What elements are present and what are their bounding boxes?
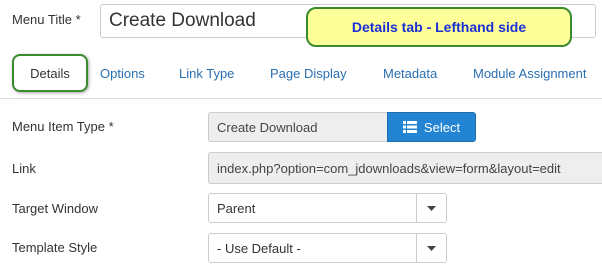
target-window-select[interactable]: Parent xyxy=(208,193,447,223)
menu-item-type-field: Create Download xyxy=(208,112,388,142)
tab-page-display[interactable]: Page Display xyxy=(270,66,347,81)
template-style-selected: - Use Default - xyxy=(217,240,301,256)
annotation-callout-text: Details tab - Lefthand side xyxy=(351,19,527,35)
tab-link-type[interactable]: Link Type xyxy=(179,66,234,81)
link-label: Link xyxy=(12,161,36,176)
tab-options[interactable]: Options xyxy=(100,66,145,81)
tab-divider xyxy=(0,98,602,99)
annotation-callout: Details tab - Lefthand side xyxy=(306,7,572,47)
list-icon xyxy=(402,121,417,133)
link-value: index.php?option=com_jdownloads&view=for… xyxy=(217,160,561,176)
tab-bar: Details Options Link Type Page Display M… xyxy=(8,54,602,96)
select-menu-item-type-button[interactable]: Select xyxy=(387,112,476,142)
template-style-label: Template Style xyxy=(12,240,98,255)
tab-module-assignment[interactable]: Module Assignment xyxy=(473,66,586,81)
menu-item-type-value: Create Download xyxy=(217,119,318,135)
tab-details-label: Details xyxy=(30,65,70,81)
tab-details[interactable]: Details xyxy=(12,54,88,92)
tab-metadata[interactable]: Metadata xyxy=(383,66,437,81)
select-button-label: Select xyxy=(423,119,461,135)
caret-down-icon xyxy=(416,194,446,222)
target-window-selected: Parent xyxy=(217,200,256,216)
link-field: index.php?option=com_jdownloads&view=for… xyxy=(208,152,602,184)
caret-down-icon xyxy=(416,234,446,262)
menu-item-type-label: Menu Item Type * xyxy=(12,119,114,134)
template-style-select[interactable]: - Use Default - xyxy=(208,233,447,263)
target-window-label: Target Window xyxy=(12,201,98,216)
menu-title-label: Menu Title * xyxy=(12,12,81,27)
